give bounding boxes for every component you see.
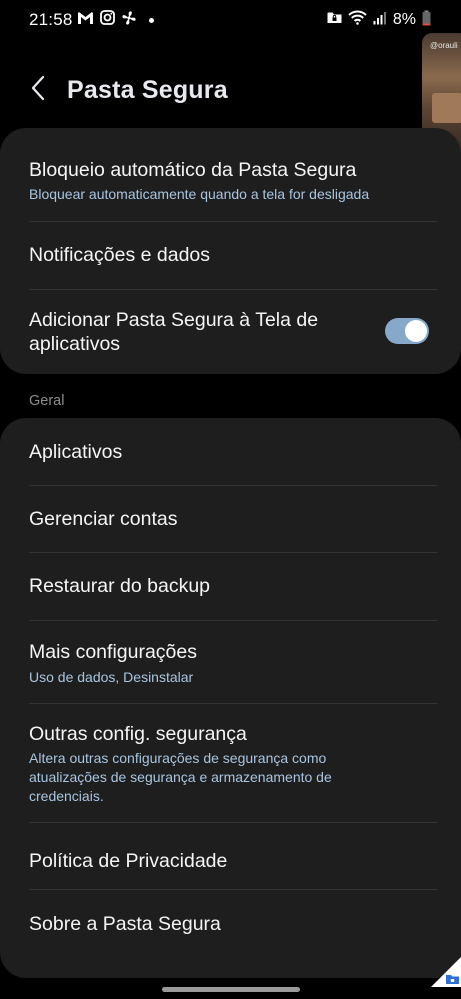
app-header: Pasta Segura [0, 60, 461, 120]
other-security-subtitle-line2: atualizações de segurança e armazenament… [29, 769, 332, 785]
gmail-icon [77, 11, 94, 30]
status-time: 21:58 [29, 10, 73, 29]
manage-accounts-title: Gerenciar contas [29, 508, 178, 530]
chevron-left-icon [30, 75, 46, 106]
toggle-knob [405, 320, 427, 342]
auto-lock-subtitle: Bloquear automaticamente quando a tela f… [29, 186, 370, 202]
auto-lock-item[interactable]: Bloqueio automático da Pasta Segura Bloq… [0, 128, 461, 221]
battery-icon [422, 10, 431, 31]
section-label-general: Geral [29, 393, 65, 409]
privacy-policy-item[interactable]: Política de Privacidade [0, 823, 461, 889]
about-item[interactable]: Sobre a Pasta Segura [0, 890, 461, 978]
instagram-icon [100, 10, 115, 30]
other-security-subtitle-line3: credenciais. [29, 788, 104, 804]
more-settings-subtitle: Uso de dados, Desinstalar [29, 669, 194, 685]
back-button[interactable] [22, 74, 54, 106]
other-security-item[interactable]: Outras config. segurança Altera outras c… [0, 704, 461, 822]
status-bar: 21:58 8% [0, 0, 461, 40]
battery-percent: 8% [392, 11, 416, 28]
more-settings-title: Mais configurações [29, 641, 197, 663]
notifications-data-item[interactable]: Notificações e dados [0, 222, 461, 289]
other-security-title: Outras config. segurança [29, 723, 247, 745]
about-title: Sobre a Pasta Segura [29, 913, 221, 935]
settings-card-general: Aplicativos Gerenciar contas Restaurar d… [0, 418, 461, 978]
add-to-apps-screen-item[interactable]: Adicionar Pasta Segura à Tela de aplicat… [0, 290, 461, 374]
auto-lock-title: Bloqueio automático da Pasta Segura [29, 159, 357, 181]
apps-item[interactable]: Aplicativos [0, 418, 461, 485]
more-settings-item[interactable]: Mais configurações Uso de dados, Desinst… [0, 621, 461, 703]
other-security-subtitle-line1: Altera outras configurações de segurança… [29, 750, 327, 766]
secure-folder-icon [327, 11, 342, 29]
add-to-apps-screen-toggle[interactable] [385, 318, 429, 344]
home-indicator[interactable] [162, 987, 300, 992]
manage-accounts-item[interactable]: Gerenciar contas [0, 486, 461, 552]
privacy-policy-title: Política de Privacidade [29, 850, 228, 872]
restore-backup-item[interactable]: Restaurar do backup [0, 553, 461, 620]
restore-backup-title: Restaurar do backup [29, 575, 211, 597]
settings-card-top: Bloqueio automático da Pasta Segura Bloq… [0, 128, 461, 374]
dot-icon [149, 17, 154, 23]
status-notification-icons [77, 10, 154, 30]
apps-title: Aplicativos [29, 441, 123, 463]
secure-folder-corner-badge [431, 957, 461, 987]
wifi-icon [348, 10, 367, 30]
thumbnail-label: @orauli [430, 41, 458, 50]
status-system-icons: 8% [327, 10, 431, 30]
notifications-data-title: Notificações e dados [29, 244, 211, 266]
signal-icon [373, 11, 387, 30]
page-title: Pasta Segura [67, 76, 228, 104]
add-to-apps-screen-title-line2: aplicativos [29, 333, 121, 355]
fan-icon [121, 10, 137, 31]
add-to-apps-screen-title-line1: Adicionar Pasta Segura à Tela de [29, 309, 319, 331]
